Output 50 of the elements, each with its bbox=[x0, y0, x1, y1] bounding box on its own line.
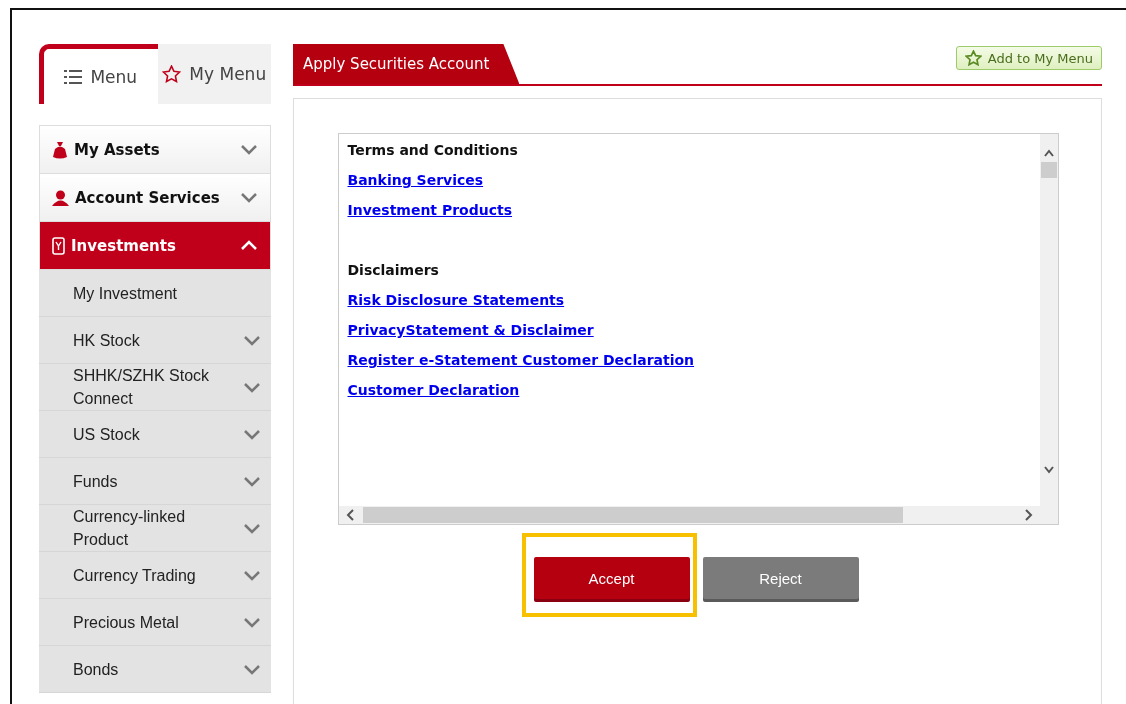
chevron-down-icon bbox=[240, 144, 258, 155]
chevron-down-icon bbox=[243, 334, 261, 346]
list-icon bbox=[64, 69, 83, 84]
chevron-up-icon bbox=[240, 240, 258, 251]
section-heading: Disclaimers bbox=[347, 262, 440, 278]
menu-item[interactable]: Precious Metal bbox=[39, 599, 271, 646]
accept-button[interactable]: Accept bbox=[533, 557, 690, 599]
menu-item[interactable]: HK Stock bbox=[39, 317, 271, 364]
chevron-down-icon bbox=[243, 663, 261, 675]
chevron-down-icon bbox=[243, 522, 261, 534]
document-link[interactable]: Register e-Statement Customer Declaration bbox=[347, 352, 695, 368]
menu-item[interactable]: My Investment bbox=[39, 270, 271, 317]
horizontal-scrollbar[interactable] bbox=[338, 506, 1040, 524]
chevron-down-icon bbox=[240, 192, 258, 203]
section-heading: Terms and Conditions bbox=[347, 142, 519, 158]
menu-item[interactable]: SHHK/SZHK Stock Connect bbox=[39, 364, 271, 411]
chevron-down-icon bbox=[243, 569, 261, 581]
document-link[interactable]: Customer Declaration bbox=[347, 382, 520, 398]
chevron-down-icon bbox=[243, 428, 261, 440]
document-link[interactable]: PrivacyStatement & Disclaimer bbox=[347, 322, 594, 338]
menu-section[interactable]: My Assets bbox=[39, 126, 271, 174]
scroll-thumb[interactable] bbox=[362, 507, 903, 523]
menu-section[interactable]: Investments bbox=[39, 222, 271, 270]
chevron-down-icon bbox=[243, 616, 261, 628]
menu-item[interactable]: US Stock bbox=[39, 411, 271, 458]
sidebar-tab[interactable]: Menu bbox=[39, 44, 158, 104]
menu-item[interactable]: Currency Trading bbox=[39, 552, 271, 599]
menu-item[interactable]: Funds bbox=[39, 458, 271, 505]
scroll-down-icon[interactable] bbox=[1043, 464, 1054, 476]
sidebar-tab[interactable]: My Menu bbox=[157, 44, 271, 104]
document-link[interactable]: Investment Products bbox=[347, 202, 513, 218]
menu-item[interactable]: Bonds bbox=[39, 646, 271, 693]
scroll-right-icon[interactable] bbox=[1023, 509, 1034, 521]
vertical-scrollbar[interactable] bbox=[1039, 134, 1058, 506]
chevron-down-icon bbox=[243, 381, 261, 393]
star-icon bbox=[162, 65, 182, 83]
document-link[interactable]: Risk Disclosure Statements bbox=[347, 292, 565, 308]
money-bag-icon bbox=[52, 140, 68, 159]
document-link[interactable]: Banking Services bbox=[347, 172, 484, 188]
page-title: Apply Securities Account bbox=[293, 44, 520, 84]
chevron-down-icon bbox=[243, 475, 261, 487]
scroll-left-icon[interactable] bbox=[344, 509, 355, 521]
scroll-thumb[interactable] bbox=[1040, 162, 1057, 178]
phone-icon bbox=[52, 236, 65, 255]
person-icon bbox=[52, 189, 69, 206]
add-to-menu-button[interactable]: Add to My Menu bbox=[955, 46, 1102, 70]
reject-button[interactable]: Reject bbox=[702, 557, 859, 599]
menu-section[interactable]: Account Services bbox=[39, 174, 271, 222]
star-icon bbox=[964, 50, 982, 66]
menu-item[interactable]: Currency-linked Product bbox=[39, 505, 271, 552]
